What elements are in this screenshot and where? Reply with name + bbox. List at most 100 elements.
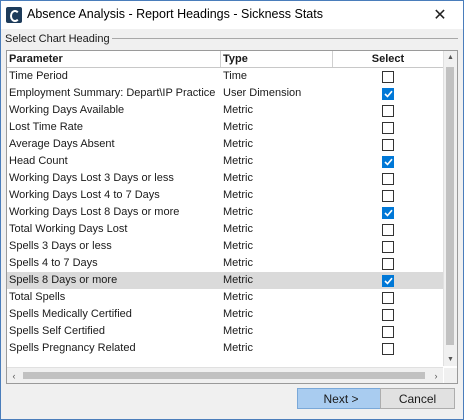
table-row[interactable]: Head Count Metric: [7, 153, 443, 170]
select-checkbox[interactable]: [382, 121, 394, 134]
grid-rows: Time Period Time Employment Summary: Depar…: [7, 68, 443, 357]
horizontal-scroll-thumb[interactable]: [23, 372, 425, 379]
column-header-select[interactable]: Select: [333, 51, 443, 67]
scroll-right-icon[interactable]: ›: [429, 368, 443, 383]
type-cell: User Dimension: [223, 87, 302, 99]
title-bar[interactable]: Absence Analysis - Report Headings - Sic…: [1, 1, 463, 29]
window-title: Absence Analysis - Report Headings - Sic…: [27, 7, 323, 21]
horizontal-scrollbar[interactable]: ‹ ›: [7, 367, 443, 383]
parameter-cell: Working Days Lost 3 Days or less: [9, 172, 174, 184]
parameter-cell: Total Spells: [9, 291, 66, 303]
select-checkbox[interactable]: [382, 138, 394, 151]
column-header-type[interactable]: Type: [221, 51, 333, 67]
parameter-cell: Spells Medically Certified: [9, 308, 132, 320]
parameter-cell: Working Days Available: [9, 104, 125, 116]
grid-header: Parameter Type Select: [7, 51, 443, 68]
scroll-left-icon[interactable]: ‹: [7, 368, 21, 383]
parameter-cell: Time Period: [9, 70, 68, 82]
table-row[interactable]: Lost Time Rate Metric: [7, 119, 443, 136]
parameter-cell: Working Days Lost 4 to 7 Days: [9, 189, 160, 201]
scrollbar-corner: [444, 368, 457, 383]
checkmark-icon: [383, 158, 393, 166]
parameter-cell: Spells 3 Days or less: [9, 240, 112, 252]
table-row[interactable]: Total Spells Metric: [7, 289, 443, 306]
type-cell: Metric: [223, 240, 253, 252]
type-cell: Metric: [223, 206, 253, 218]
select-cell: [333, 170, 443, 187]
select-cell: [333, 306, 443, 323]
type-cell: Metric: [223, 172, 253, 184]
table-row[interactable]: Spells Pregnancy Related Metric: [7, 340, 443, 357]
table-row[interactable]: Spells Medically Certified Metric: [7, 306, 443, 323]
select-checkbox[interactable]: [382, 172, 394, 185]
select-checkbox[interactable]: [382, 206, 394, 219]
select-cell: [333, 85, 443, 102]
scroll-up-icon[interactable]: ▲: [444, 51, 457, 64]
select-cell: [333, 238, 443, 255]
select-checkbox[interactable]: [382, 291, 394, 304]
table-row[interactable]: Working Days Lost 8 Days or more Metric: [7, 204, 443, 221]
table-row[interactable]: Spells Self Certified Metric: [7, 323, 443, 340]
select-checkbox[interactable]: [382, 189, 394, 202]
select-checkbox[interactable]: [382, 104, 394, 117]
cancel-button[interactable]: Cancel: [380, 388, 455, 409]
select-checkbox[interactable]: [382, 155, 394, 168]
select-cell: [333, 119, 443, 136]
select-checkbox[interactable]: [382, 308, 394, 321]
select-checkbox[interactable]: [382, 240, 394, 253]
select-checkbox[interactable]: [382, 223, 394, 236]
table-row[interactable]: Employment Summary: Depart\IP Practice Us…: [7, 85, 443, 102]
table-row[interactable]: Spells 8 Days or more Metric: [7, 272, 443, 289]
select-checkbox[interactable]: [382, 257, 394, 270]
select-cell: [333, 272, 443, 289]
parameter-cell: Employment Summary: Depart\IP Practice: [9, 87, 216, 99]
type-cell: Metric: [223, 291, 253, 303]
select-checkbox[interactable]: [382, 70, 394, 83]
select-cell: [333, 68, 443, 85]
select-cell: [333, 136, 443, 153]
vertical-scrollbar[interactable]: ▲ ▼: [443, 51, 457, 366]
type-cell: Metric: [223, 138, 253, 150]
checkmark-icon: [383, 277, 393, 285]
parameter-cell: Spells 4 to 7 Days: [9, 257, 98, 269]
select-cell: [333, 153, 443, 170]
select-checkbox[interactable]: [382, 325, 394, 338]
group-divider: [106, 38, 458, 39]
select-cell: [333, 255, 443, 272]
parameter-cell: Spells Pregnancy Related: [9, 342, 136, 354]
select-cell: [333, 289, 443, 306]
table-row[interactable]: Working Days Lost 3 Days or less Metric: [7, 170, 443, 187]
type-cell: Metric: [223, 104, 253, 116]
select-cell: [333, 340, 443, 357]
vertical-scroll-thumb[interactable]: [446, 67, 454, 345]
type-cell: Metric: [223, 257, 253, 269]
next-button[interactable]: Next >: [297, 388, 385, 409]
type-cell: Metric: [223, 308, 253, 320]
parameter-cell: Average Days Absent: [9, 138, 115, 150]
table-row[interactable]: Spells 3 Days or less Metric: [7, 238, 443, 255]
select-checkbox[interactable]: [382, 274, 394, 287]
parameter-cell: Lost Time Rate: [9, 121, 83, 133]
table-row[interactable]: Time Period Time: [7, 68, 443, 85]
close-button[interactable]: ✕: [417, 1, 463, 29]
select-checkbox[interactable]: [382, 342, 394, 355]
type-cell: Metric: [223, 325, 253, 337]
parameter-grid: Parameter Type Select Time Period Time Emp…: [6, 50, 458, 384]
table-row[interactable]: Total Working Days Lost Metric: [7, 221, 443, 238]
table-row[interactable]: Spells 4 to 7 Days Metric: [7, 255, 443, 272]
app-logo-icon: [6, 7, 22, 23]
select-checkbox[interactable]: [382, 87, 394, 100]
type-cell: Metric: [223, 223, 253, 235]
type-cell: Time: [223, 70, 248, 82]
type-cell: Metric: [223, 121, 253, 133]
column-header-parameter[interactable]: Parameter: [7, 51, 221, 67]
table-row[interactable]: Working Days Lost 4 to 7 Days Metric: [7, 187, 443, 204]
table-row[interactable]: Average Days Absent Metric: [7, 136, 443, 153]
type-cell: Metric: [223, 155, 253, 167]
table-row[interactable]: Working Days Available Metric: [7, 102, 443, 119]
checkmark-icon: [383, 90, 393, 98]
select-cell: [333, 204, 443, 221]
parameter-cell: Working Days Lost 8 Days or more: [9, 206, 180, 218]
scroll-down-icon[interactable]: ▼: [444, 353, 457, 366]
parameter-cell: Spells 8 Days or more: [9, 274, 118, 286]
